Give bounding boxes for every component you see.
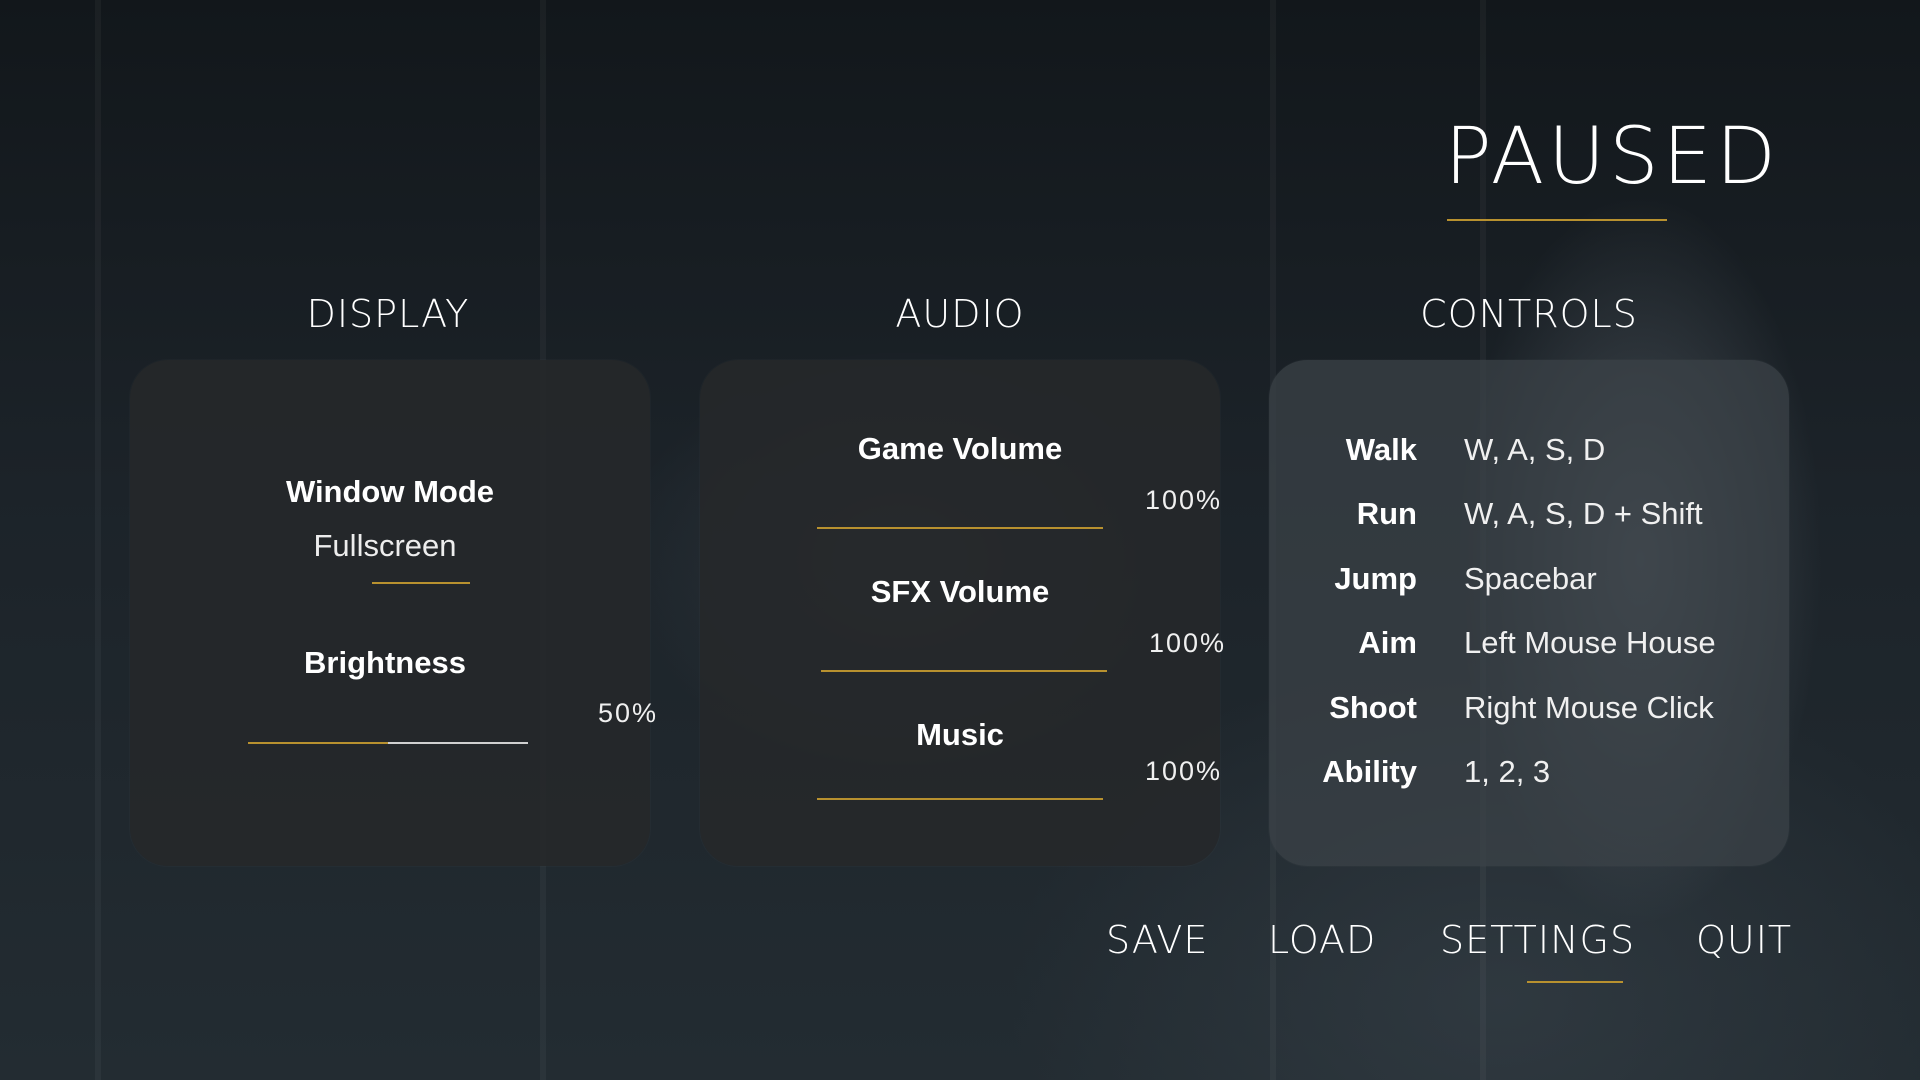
control-row-run[interactable]: Run W, A, S, D + Shift: [1269, 496, 1789, 536]
load-button[interactable]: LOAD: [1268, 918, 1376, 962]
control-keys: Left Mouse House: [1464, 625, 1716, 660]
controls-panel: Walk W, A, S, D Run W, A, S, D + Shift J…: [1269, 360, 1789, 866]
save-button[interactable]: SAVE: [1106, 918, 1208, 962]
control-row-ability[interactable]: Ability 1, 2, 3: [1269, 754, 1789, 794]
control-action: Shoot: [1329, 690, 1417, 725]
controls-heading: CONTROLS: [1420, 292, 1638, 336]
music-slider[interactable]: [817, 798, 1103, 800]
audio-panel: Game Volume 100% SFX Volume 100% Music 1…: [700, 360, 1224, 866]
window-mode-label: Window Mode: [285, 474, 495, 509]
window-mode-value[interactable]: Fullscreen: [130, 528, 640, 564]
quit-button[interactable]: QUIT: [1696, 918, 1792, 962]
game-volume-value: 100%: [1144, 485, 1222, 515]
control-row-walk[interactable]: Walk W, A, S, D: [1269, 432, 1789, 472]
game-volume-label: Game Volume: [857, 431, 1063, 466]
control-action: Run: [1356, 496, 1417, 531]
window-mode-underline: [372, 582, 470, 584]
control-keys: W, A, S, D + Shift: [1464, 496, 1703, 531]
control-keys: 1, 2, 3: [1464, 754, 1551, 789]
control-keys: W, A, S, D: [1464, 432, 1606, 467]
display-heading: DISPLAY: [306, 292, 470, 336]
sfx-volume-label: SFX Volume: [870, 574, 1050, 609]
game-volume-slider[interactable]: [817, 527, 1103, 529]
control-row-shoot[interactable]: Shoot Right Mouse Click: [1269, 690, 1789, 730]
settings-button[interactable]: SETTINGS: [1440, 918, 1635, 962]
control-action: Walk: [1345, 432, 1417, 467]
brightness-label: Brightness: [304, 645, 466, 680]
page-title: PAUSED: [1444, 112, 1780, 202]
sfx-volume-slider-fill: [821, 670, 1107, 672]
music-label: Music: [916, 717, 1004, 752]
display-panel: Window Mode Fullscreen Brightness 50%: [130, 360, 656, 866]
audio-heading: AUDIO: [895, 292, 1025, 336]
brightness-slider-fill: [248, 742, 388, 744]
control-keys: Spacebar: [1464, 561, 1597, 596]
brightness-slider[interactable]: [248, 742, 528, 744]
settings-active-underline: [1527, 981, 1623, 983]
game-volume-slider-fill: [817, 527, 1103, 529]
music-value: 100%: [1144, 756, 1222, 786]
control-row-aim[interactable]: Aim Left Mouse House: [1269, 625, 1789, 665]
music-slider-fill: [817, 798, 1103, 800]
brightness-value: 50%: [597, 698, 658, 728]
control-action: Aim: [1358, 625, 1417, 660]
control-row-jump[interactable]: Jump Spacebar: [1269, 561, 1789, 601]
title-underline: [1447, 219, 1667, 221]
sfx-volume-value: 100%: [1148, 628, 1226, 658]
control-action: Jump: [1334, 561, 1417, 596]
sfx-volume-slider[interactable]: [821, 670, 1107, 672]
control-action: Ability: [1322, 754, 1417, 789]
control-keys: Right Mouse Click: [1464, 690, 1714, 725]
